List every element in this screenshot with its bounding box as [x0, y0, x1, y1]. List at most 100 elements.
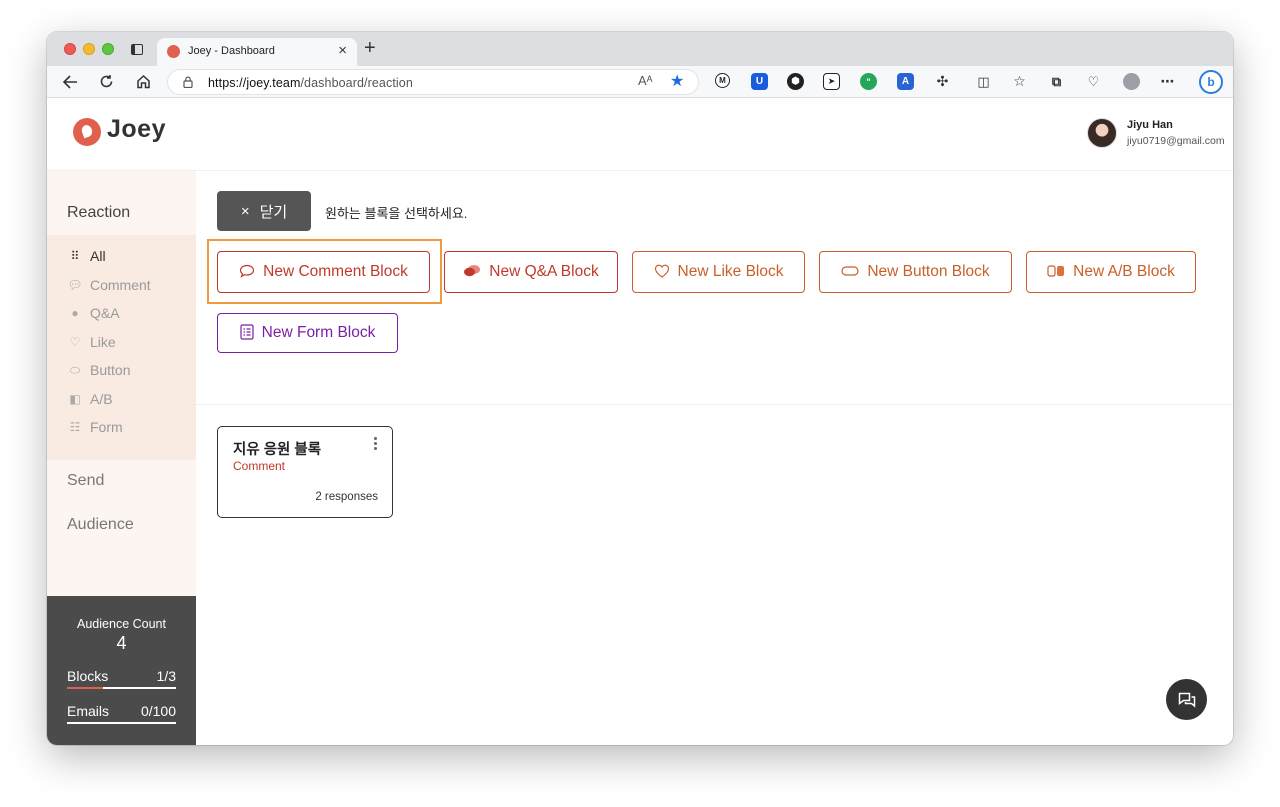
- tab-title: Joey - Dashboard: [188, 45, 275, 57]
- block-card-responses: 2 responses: [315, 491, 378, 503]
- url-path: /dashboard/reaction: [300, 76, 413, 90]
- usage-stats-panel: Audience Count 4 Blocks 1/3 Emails 0/100: [47, 596, 196, 745]
- emails-value: 0/100: [140, 703, 176, 719]
- bitwarden-icon[interactable]: U: [751, 73, 768, 90]
- heart-icon: [654, 264, 670, 281]
- new-form-block-label: New Form Block: [261, 324, 376, 341]
- favorite-star-icon[interactable]: ★: [670, 71, 684, 91]
- emails-label: Emails: [67, 703, 110, 719]
- sidebar-item-form[interactable]: ☷ Form: [67, 417, 123, 437]
- app-logo-text[interactable]: Joey: [107, 115, 166, 144]
- form-icon: [240, 323, 254, 343]
- new-like-block-label: New Like Block: [677, 263, 784, 280]
- select-block-hint: 원하는 블록을 선택하세요.: [325, 206, 468, 221]
- chat-icon: [1178, 692, 1195, 708]
- read-aloud-icon[interactable]: Aᴬ: [638, 73, 653, 88]
- ab-icon: ◧: [69, 392, 81, 406]
- sidebar-item-comment[interactable]: 💬︎ Comment: [67, 275, 151, 295]
- close-icon: ×: [240, 202, 250, 220]
- blocks-progress-bar: [67, 687, 176, 689]
- block-card[interactable]: 지유 응원 블록 Comment 2 responses: [217, 426, 393, 518]
- sidebar-item-label: All: [90, 248, 106, 264]
- split-screen-icon[interactable]: ◫: [975, 73, 992, 90]
- new-comment-block-button[interactable]: New Comment Block: [217, 251, 430, 293]
- sidebar-item-qa[interactable]: ● Q&A: [67, 303, 120, 323]
- reaction-submenu: ⠿ All 💬︎ Comment ● Q&A ♡ Like ⬭ Button ◧…: [47, 235, 196, 460]
- joey-logo-icon[interactable]: [73, 118, 101, 146]
- extension-a-icon[interactable]: A: [897, 73, 914, 90]
- extensions-puzzle-icon[interactable]: ✣: [934, 73, 951, 90]
- joey-favicon-icon: [167, 45, 180, 58]
- pill-icon: ⬭: [69, 362, 81, 377]
- tab-bar: Joey - Dashboard × +: [47, 32, 1233, 66]
- bing-copilot-icon[interactable]: b: [1199, 70, 1223, 94]
- close-button-label: 닫기: [259, 203, 288, 221]
- section-divider: [196, 404, 1233, 405]
- chat-bubbles-icon: [463, 264, 481, 281]
- new-button-block-button[interactable]: New Button Block: [819, 251, 1012, 293]
- sidebar: Reaction ⠿ All 💬︎ Comment ● Q&A ♡ Like ⬭…: [47, 171, 196, 745]
- new-tab-button[interactable]: +: [364, 37, 376, 60]
- refresh-icon[interactable]: [99, 74, 114, 89]
- new-button-block-label: New Button Block: [867, 263, 990, 280]
- extension-m-icon[interactable]: M: [715, 73, 730, 88]
- avatar[interactable]: [1087, 118, 1117, 148]
- sidebar-item-ab[interactable]: ◧ A/B: [67, 389, 112, 409]
- sidebar-item-reaction[interactable]: Reaction: [67, 204, 130, 222]
- user-name: Jiyu Han: [1127, 119, 1173, 131]
- heart-icon: ♡: [69, 335, 81, 349]
- chat-bubbles-icon: ●: [71, 306, 79, 320]
- sidebar-item-label: Q&A: [90, 305, 120, 321]
- tab-close-icon[interactable]: ×: [338, 42, 347, 59]
- extension-hex-icon[interactable]: ⬢: [787, 73, 804, 90]
- new-form-block-button[interactable]: New Form Block: [217, 313, 398, 353]
- form-icon: ☷: [69, 420, 81, 434]
- speech-bubble-icon: [239, 264, 255, 281]
- browser-essentials-icon[interactable]: ♡: [1085, 73, 1102, 90]
- extension-quote-icon[interactable]: ": [860, 73, 877, 90]
- block-card-title: 지유 응원 블록: [233, 442, 322, 458]
- profile-icon[interactable]: [1123, 73, 1140, 90]
- new-ab-block-label: New A/B Block: [1073, 263, 1175, 280]
- extension-send-icon[interactable]: ➤: [823, 73, 840, 90]
- kebab-menu-icon[interactable]: [374, 437, 378, 452]
- grid-icon: ⠿: [70, 249, 80, 263]
- new-qa-block-label: New Q&A Block: [489, 263, 599, 280]
- sidebar-item-audience[interactable]: Audience: [67, 516, 134, 534]
- blocks-progress-fill: [67, 687, 104, 689]
- sidebar-item-like[interactable]: ♡ Like: [67, 332, 116, 352]
- audience-count-label: Audience Count: [77, 617, 166, 631]
- collections-icon[interactable]: ⧉: [1048, 73, 1065, 90]
- url-field[interactable]: https://joey.team/dashboard/reaction Aᴬ …: [167, 69, 699, 95]
- new-comment-block-label: New Comment Block: [263, 263, 408, 280]
- audience-count-value: 4: [116, 633, 127, 653]
- sidebar-item-label: Button: [90, 362, 131, 378]
- blocks-value: 1/3: [156, 668, 176, 684]
- sidebar-item-all[interactable]: ⠿ All: [67, 246, 106, 266]
- block-card-type: Comment: [233, 459, 286, 473]
- pill-icon: [841, 264, 859, 280]
- address-bar: https://joey.team/dashboard/reaction Aᴬ …: [47, 66, 1233, 98]
- sidebar-item-label: Comment: [90, 277, 151, 293]
- favorites-icon[interactable]: ☆: [1011, 73, 1028, 90]
- chat-support-button[interactable]: [1166, 679, 1207, 720]
- maximize-window-button[interactable]: [102, 43, 114, 55]
- sidebar-item-label: Form: [90, 419, 123, 435]
- sidebar-item-button[interactable]: ⬭ Button: [67, 360, 131, 380]
- more-options-icon[interactable]: ⋯: [1159, 73, 1176, 90]
- user-email: jiyu0719@gmail.com: [1127, 135, 1225, 147]
- tab-joey-dashboard[interactable]: Joey - Dashboard ×: [157, 38, 357, 66]
- back-icon[interactable]: [63, 75, 78, 89]
- minimize-window-button[interactable]: [83, 43, 95, 55]
- emails-progress-bar: [67, 722, 176, 724]
- sidebar-item-label: Like: [90, 334, 116, 350]
- new-ab-block-button[interactable]: New A/B Block: [1026, 251, 1196, 293]
- close-window-button[interactable]: [64, 43, 76, 55]
- new-like-block-button[interactable]: New Like Block: [632, 251, 805, 293]
- sidebar-item-send[interactable]: Send: [67, 472, 104, 490]
- browser-window: Joey - Dashboard × + https://joey.team/d…: [47, 32, 1233, 745]
- close-button[interactable]: × 닫기: [217, 191, 311, 231]
- tab-actions-icon[interactable]: [131, 44, 143, 55]
- new-qa-block-button[interactable]: New Q&A Block: [444, 251, 618, 293]
- home-icon[interactable]: [136, 74, 151, 89]
